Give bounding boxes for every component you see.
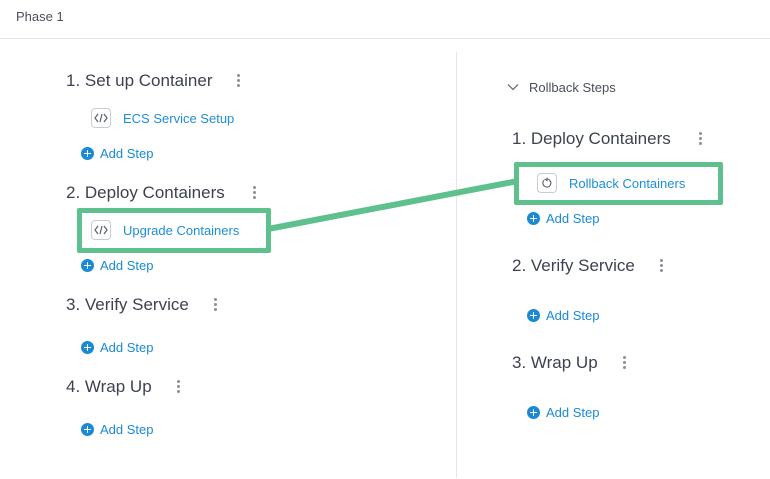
add-step-label: Add Step	[546, 210, 600, 226]
kebab-menu-icon[interactable]	[252, 185, 258, 201]
kebab-menu-icon[interactable]	[213, 297, 219, 313]
add-step-label: Add Step	[546, 307, 600, 323]
phase-header: Phase 1	[0, 0, 770, 39]
plus-circle-icon	[527, 211, 540, 225]
rollback-steps-toggle[interactable]: Rollback Steps	[507, 78, 616, 96]
code-icon	[91, 108, 111, 128]
add-step-label: Add Step	[100, 145, 154, 161]
highlight-box-rollback	[514, 162, 723, 205]
highlight-box-upgrade	[77, 208, 271, 253]
plus-circle-icon	[527, 308, 540, 322]
phase-title-header: Phase 1	[16, 9, 64, 24]
plus-circle-icon	[81, 146, 94, 160]
kebab-menu-icon[interactable]	[236, 73, 242, 89]
add-step-label: Add Step	[100, 421, 154, 437]
phase-section-title: 3. Verify Service	[66, 295, 189, 314]
phase-section-title: 3. Wrap Up	[512, 353, 598, 372]
phase-section-title: 1. Deploy Containers	[512, 129, 671, 148]
phase-section-title: 2. Deploy Containers	[66, 183, 225, 202]
add-step-label: Add Step	[546, 404, 600, 420]
add-step-label: Add Step	[100, 339, 154, 355]
kebab-menu-icon[interactable]	[698, 131, 704, 147]
phase-section-title: 1. Set up Container	[66, 71, 213, 90]
rollback-steps-label: Rollback Steps	[529, 79, 616, 95]
add-step-label: Add Step	[100, 257, 154, 273]
plus-circle-icon	[81, 340, 94, 354]
plus-circle-icon	[81, 258, 94, 272]
phase-section-title: 2. Verify Service	[512, 256, 635, 275]
step-ecs-service-setup[interactable]: ECS Service Setup	[91, 107, 234, 129]
chevron-down-icon	[507, 78, 519, 96]
kebab-menu-icon[interactable]	[659, 258, 665, 274]
add-step-button[interactable]: Add Step	[81, 338, 154, 356]
add-step-button[interactable]: Add Step	[527, 403, 600, 421]
add-step-button[interactable]: Add Step	[81, 144, 154, 162]
add-step-button[interactable]: Add Step	[527, 306, 600, 324]
plus-circle-icon	[81, 422, 94, 436]
column-divider	[456, 52, 457, 478]
phase-section-title: 4. Wrap Up	[66, 377, 152, 396]
kebab-menu-icon[interactable]	[176, 379, 182, 395]
kebab-menu-icon[interactable]	[622, 355, 628, 371]
add-step-button[interactable]: Add Step	[81, 420, 154, 438]
step-label: ECS Service Setup	[123, 110, 235, 126]
add-step-button[interactable]: Add Step	[527, 209, 600, 227]
plus-circle-icon	[527, 405, 540, 419]
add-step-button[interactable]: Add Step	[81, 256, 154, 274]
